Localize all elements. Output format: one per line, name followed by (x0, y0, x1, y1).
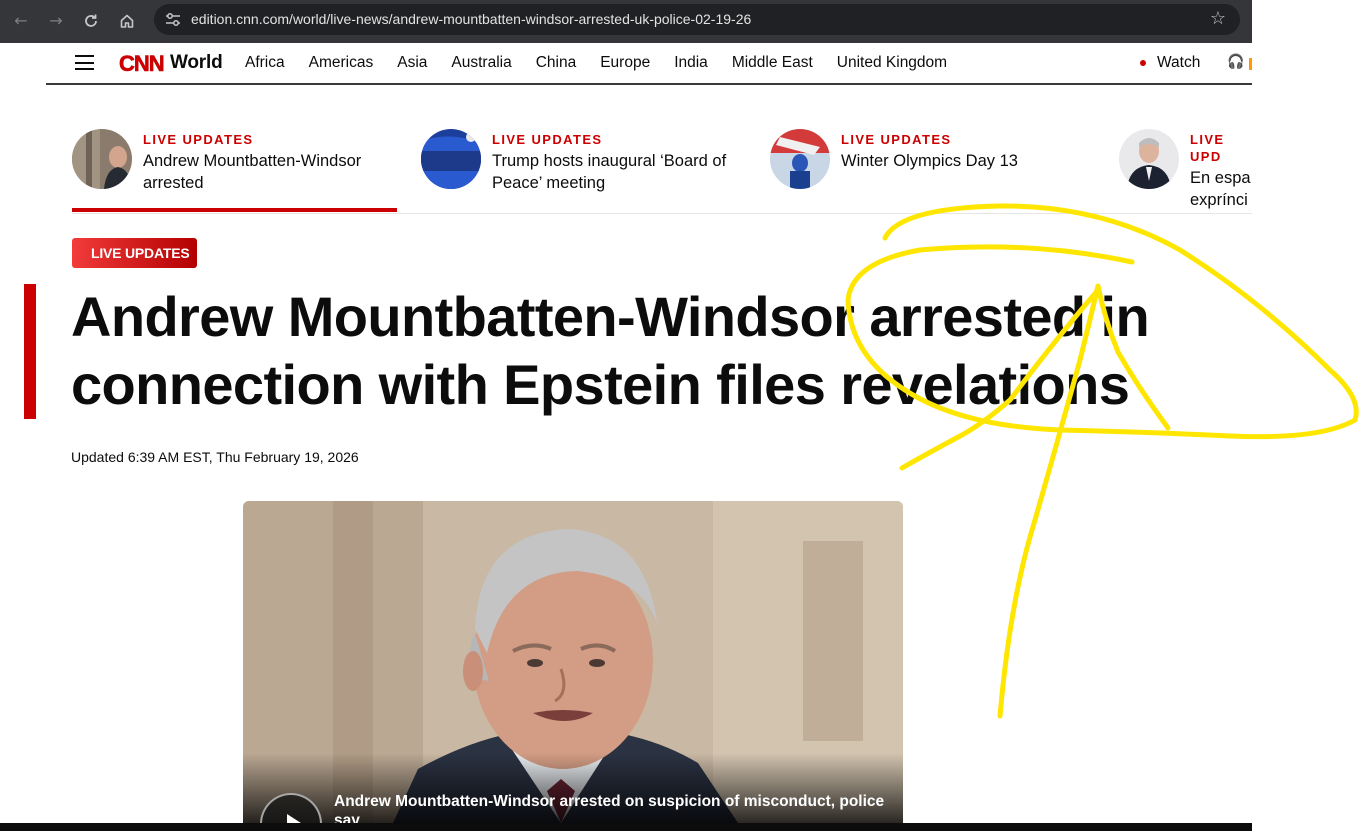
headphones-icon[interactable]: 🎧 (1227, 54, 1244, 70)
live-card-winter-olympics[interactable]: LIVE UPDATES Winter Olympics Day 13 (770, 129, 1101, 189)
live-card-title[interactable]: Trump hosts inaugural ‘Board of Peace’ m… (492, 150, 752, 194)
browser-toolbar: ← → edition.cnn.com/world/live-news/andr… (0, 0, 1252, 43)
nav-link-middle-east[interactable]: Middle East (732, 54, 813, 72)
listen-button-edge[interactable] (1249, 58, 1252, 70)
live-card-title[interactable]: Andrew Mountbatten-Windsor arrested (143, 150, 393, 194)
lead-video[interactable]: Andrew Mountbatten-Windsor arrested on s… (243, 501, 903, 823)
page-title: Andrew Mountbatten-Windsor arrested in c… (71, 285, 1150, 416)
nav-link-india[interactable]: India (674, 54, 708, 72)
live-card-board-of-peace[interactable]: LIVE UPDATES Trump hosts inaugural ‘Boar… (421, 129, 752, 194)
home-icon[interactable] (114, 8, 140, 34)
live-updates-badge: LIVE UPDATES (72, 238, 197, 268)
thumbnail-image (72, 129, 132, 189)
active-card-indicator (72, 208, 397, 212)
nav-link-americas[interactable]: Americas (309, 54, 374, 72)
watch-link[interactable]: Watch (1140, 54, 1200, 72)
live-card-title[interactable]: En espa exprínci (1190, 167, 1252, 211)
bookmark-star-icon[interactable]: ☆ (1210, 8, 1226, 29)
back-arrow-icon[interactable]: ← (8, 8, 34, 34)
live-kicker: LIVE UPDATES (143, 132, 254, 147)
edition-label[interactable]: World (170, 52, 223, 74)
hamburger-menu-icon[interactable] (75, 55, 94, 70)
url-text[interactable]: edition.cnn.com/world/live-news/andrew-m… (191, 11, 751, 27)
watch-label: Watch (1157, 54, 1201, 71)
thumbnail-image (770, 129, 830, 189)
updated-timestamp: Updated 6:39 AM EST, Thu February 19, 20… (71, 449, 359, 465)
site-header: CNN World Africa Americas Asia Australia… (46, 43, 1252, 85)
nav-link-africa[interactable]: Africa (245, 54, 285, 72)
address-bar[interactable]: edition.cnn.com/world/live-news/andrew-m… (154, 4, 1240, 35)
thumbnail-image (421, 129, 481, 189)
live-updates-strip: LIVE UPDATES Andrew Mountbatten-Windsor … (72, 127, 1252, 214)
nav-link-united-kingdom[interactable]: United Kingdom (837, 54, 947, 72)
nav-link-china[interactable]: China (536, 54, 577, 72)
live-card-title[interactable]: Winter Olympics Day 13 (841, 150, 1101, 172)
svg-text:CNN: CNN (119, 51, 164, 75)
nav-link-asia[interactable]: Asia (397, 54, 427, 72)
cnn-logo[interactable]: CNN (119, 51, 167, 75)
site-info-icon[interactable] (164, 11, 182, 28)
reload-icon[interactable] (78, 8, 104, 34)
nav-link-europe[interactable]: Europe (600, 54, 650, 72)
video-caption[interactable]: Andrew Mountbatten-Windsor arrested on s… (334, 792, 894, 823)
live-card-spanish[interactable]: LIVE UPD En espa exprínci (1119, 129, 1252, 211)
thumbnail-image (1119, 129, 1179, 189)
live-dot-icon (1140, 60, 1146, 66)
headline-accent-bar (24, 284, 36, 419)
nav-link-australia[interactable]: Australia (451, 54, 511, 72)
forward-arrow-icon[interactable]: → (43, 8, 69, 34)
live-kicker: LIVE UPD (1190, 132, 1225, 164)
live-kicker: LIVE UPDATES (841, 132, 952, 147)
section-nav: Africa Americas Asia Australia China Eur… (245, 54, 971, 72)
taskbar-edge (0, 823, 1252, 831)
live-card-andrew[interactable]: LIVE UPDATES Andrew Mountbatten-Windsor … (72, 129, 393, 194)
live-kicker: LIVE UPDATES (492, 132, 603, 147)
